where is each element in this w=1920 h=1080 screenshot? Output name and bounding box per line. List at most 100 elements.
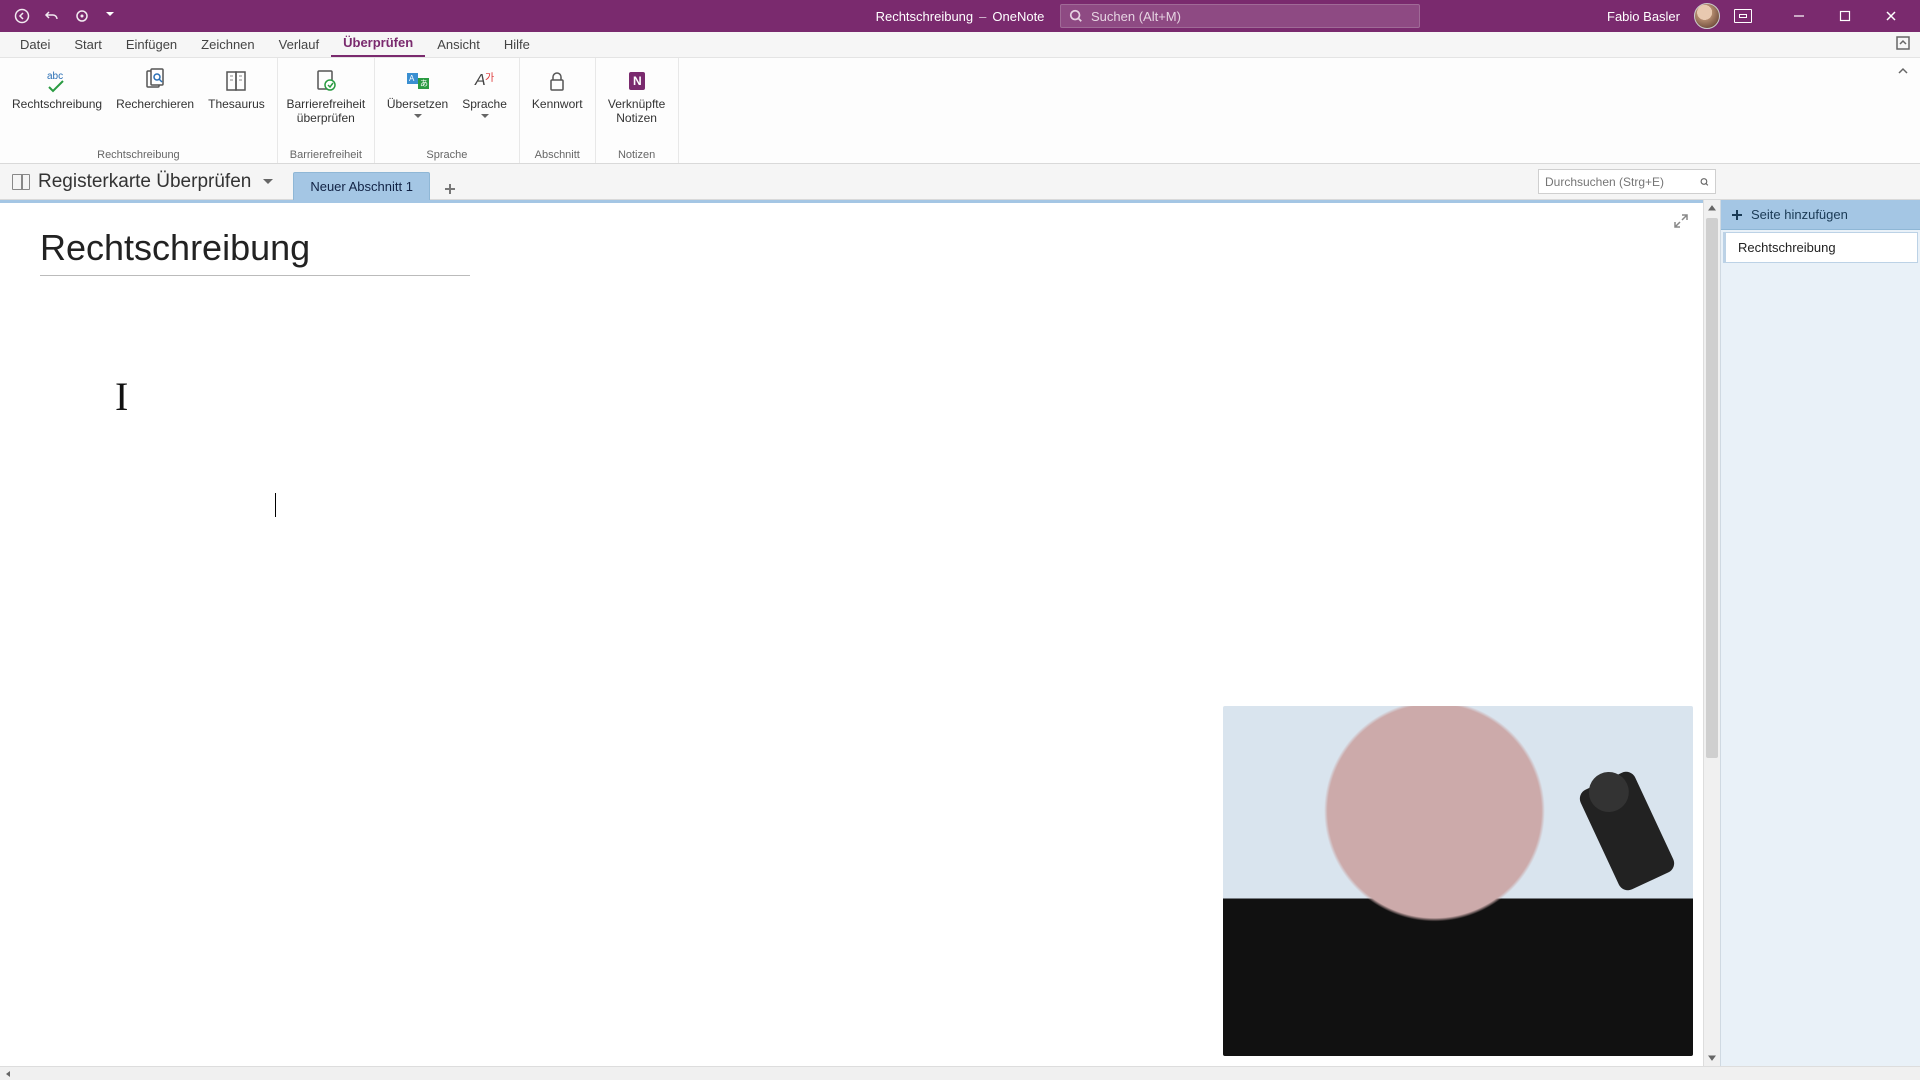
- note-canvas[interactable]: Rechtschreibung I: [0, 200, 1703, 1066]
- thesaurus-button[interactable]: Thesaurus: [202, 62, 271, 112]
- present-icon[interactable]: [1734, 9, 1752, 23]
- verknuepfte-notizen-label: Verknüpfte Notizen: [608, 98, 666, 126]
- plus-icon: [1731, 209, 1743, 221]
- menu-tabs: Datei Start Einfügen Zeichnen Verlauf Üb…: [0, 32, 1920, 58]
- chevron-down-icon: [481, 114, 489, 118]
- barrierefreiheit-button[interactable]: Barrierefreiheit überprüfen: [284, 62, 368, 126]
- svg-text:가: 가: [485, 72, 494, 84]
- ribbon-group-abschnitt: Kennwort Abschnitt: [520, 58, 596, 163]
- maximize-button[interactable]: [1822, 0, 1868, 32]
- lock-icon: [540, 66, 574, 96]
- title-search-input[interactable]: [1091, 9, 1411, 24]
- undo-icon[interactable]: [42, 6, 62, 26]
- search-icon: [1069, 9, 1083, 23]
- kennwort-button[interactable]: Kennwort: [526, 62, 589, 112]
- hscroll-track[interactable]: [16, 1067, 1360, 1080]
- scroll-up-icon[interactable]: [1704, 200, 1720, 216]
- tab-einfuegen[interactable]: Einfügen: [114, 33, 189, 57]
- uebersetzen-button[interactable]: Aあ Übersetzen: [381, 62, 454, 118]
- window-buttons: [1776, 0, 1914, 32]
- page-list-item[interactable]: Rechtschreibung: [1723, 232, 1918, 263]
- ribbon: abc Rechtschreibung Recherchieren Thesau…: [0, 58, 1920, 164]
- title-search[interactable]: [1060, 4, 1420, 28]
- quick-access-toolbar: [0, 6, 114, 26]
- tab-start[interactable]: Start: [62, 33, 113, 57]
- svg-text:A: A: [474, 72, 486, 89]
- horizontal-scrollbar[interactable]: [0, 1066, 1920, 1080]
- app-name: OneNote: [992, 9, 1044, 24]
- group-label-barrierefreiheit: Barrierefreiheit: [290, 147, 362, 163]
- notebook-icon: [12, 174, 30, 190]
- recherchieren-button[interactable]: Recherchieren: [110, 62, 200, 112]
- chevron-down-icon: [414, 114, 422, 118]
- ribbon-group-notizen: N Verknüpfte Notizen Notizen: [596, 58, 679, 163]
- close-button[interactable]: [1868, 0, 1914, 32]
- svg-text:abc: abc: [47, 71, 63, 82]
- ribbon-display-options-icon[interactable]: [1896, 36, 1910, 55]
- notebook-search[interactable]: [1538, 169, 1716, 194]
- collapse-ribbon-icon[interactable]: [1896, 64, 1910, 83]
- notebook-search-input[interactable]: [1545, 175, 1700, 189]
- user-name[interactable]: Fabio Basler: [1607, 9, 1680, 24]
- group-label-sprache: Sprache: [426, 147, 467, 163]
- caret: [275, 493, 276, 517]
- search-icon: [1700, 175, 1709, 189]
- sprache-button[interactable]: A가 Sprache: [456, 62, 513, 118]
- doc-title: Rechtschreibung: [876, 9, 974, 24]
- expand-page-icon[interactable]: [1673, 213, 1689, 234]
- microphone-shape: [1577, 768, 1678, 893]
- translate-icon: Aあ: [401, 66, 435, 96]
- window-title: Rechtschreibung – OneNote: [876, 9, 1045, 24]
- recherchieren-label: Recherchieren: [116, 98, 194, 112]
- content-area: Rechtschreibung I Seite hinzufügen Recht…: [0, 200, 1920, 1066]
- tab-verlauf[interactable]: Verlauf: [267, 33, 331, 57]
- page-title[interactable]: Rechtschreibung: [40, 227, 470, 276]
- rechtschreibung-button[interactable]: abc Rechtschreibung: [6, 62, 108, 112]
- thesaurus-label: Thesaurus: [208, 98, 265, 112]
- scroll-left-icon[interactable]: [0, 1067, 16, 1080]
- group-label-abschnitt: Abschnitt: [535, 147, 580, 163]
- vertical-scrollbar[interactable]: [1703, 200, 1720, 1066]
- title-separator: –: [979, 9, 986, 24]
- qat-dropdown-icon[interactable]: [106, 12, 114, 20]
- barrierefreiheit-label: Barrierefreiheit überprüfen: [286, 98, 365, 126]
- tab-ueberpruefen[interactable]: Überprüfen: [331, 31, 425, 57]
- notebook-selector[interactable]: Registerkarte Überprüfen: [0, 171, 283, 193]
- tab-zeichnen[interactable]: Zeichnen: [189, 33, 266, 57]
- add-page-label: Seite hinzufügen: [1751, 207, 1848, 222]
- tab-datei[interactable]: Datei: [8, 33, 62, 57]
- webcam-overlay: [1223, 706, 1693, 1056]
- notebook-bar: Registerkarte Überprüfen Neuer Abschnitt…: [0, 164, 1920, 200]
- sprache-label: Sprache: [462, 98, 507, 112]
- group-label-notizen: Notizen: [618, 147, 655, 163]
- ribbon-group-sprache: Aあ Übersetzen A가 Sprache Sprache: [375, 58, 520, 163]
- chevron-down-icon: [263, 179, 273, 184]
- abc-check-icon: abc: [40, 66, 74, 96]
- add-page-button[interactable]: Seite hinzufügen: [1721, 200, 1920, 230]
- group-label-rechtschreibung: Rechtschreibung: [97, 147, 180, 163]
- add-section-button[interactable]: [440, 179, 460, 199]
- kennwort-label: Kennwort: [532, 98, 583, 112]
- ribbon-group-rechtschreibung: abc Rechtschreibung Recherchieren Thesau…: [0, 58, 278, 163]
- notebook-name: Registerkarte Überprüfen: [38, 171, 251, 193]
- scroll-thumb[interactable]: [1706, 218, 1718, 758]
- svg-text:A: A: [409, 74, 415, 83]
- avatar[interactable]: [1694, 3, 1720, 29]
- title-right: Fabio Basler: [1607, 0, 1920, 32]
- uebersetzen-label: Übersetzen: [387, 98, 448, 112]
- svg-text:あ: あ: [420, 79, 428, 88]
- tab-hilfe[interactable]: Hilfe: [492, 33, 542, 57]
- back-icon[interactable]: [12, 6, 32, 26]
- linked-notes-icon: N: [620, 66, 654, 96]
- touch-mode-icon[interactable]: [72, 6, 92, 26]
- svg-text:N: N: [633, 74, 642, 88]
- section-tabs: Neuer Abschnitt 1: [293, 164, 460, 199]
- tab-ansicht[interactable]: Ansicht: [425, 33, 492, 57]
- verknuepfte-notizen-button[interactable]: N Verknüpfte Notizen: [602, 62, 672, 126]
- minimize-button[interactable]: [1776, 0, 1822, 32]
- thesaurus-icon: [219, 66, 253, 96]
- section-tab[interactable]: Neuer Abschnitt 1: [293, 172, 430, 200]
- scroll-down-icon[interactable]: [1704, 1050, 1720, 1066]
- text-cursor-glyph: I: [115, 373, 128, 420]
- ribbon-group-barrierefreiheit: Barrierefreiheit überprüfen Barrierefrei…: [278, 58, 375, 163]
